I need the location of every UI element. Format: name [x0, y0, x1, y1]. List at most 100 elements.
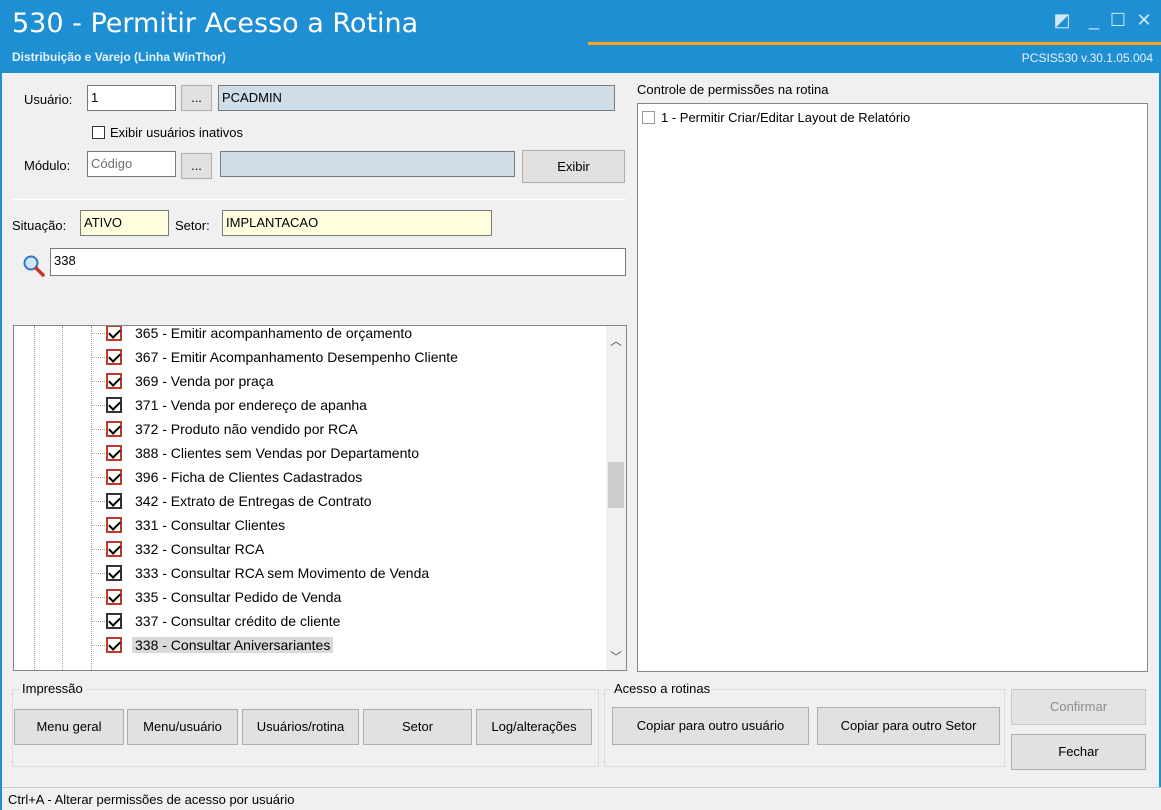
- tree-item-label: 367 - Emitir Acompanhamento Desempenho C…: [135, 349, 458, 365]
- tree-item-checkbox[interactable]: [106, 589, 122, 605]
- tree-item-label: 337 - Consultar crédito de cliente: [135, 613, 341, 629]
- tree-item-checkbox[interactable]: [106, 421, 122, 437]
- situacao-label: Situação:: [12, 218, 67, 233]
- inativos-checkbox[interactable]: [92, 126, 105, 139]
- tree-connector: [91, 357, 105, 358]
- tree-scrollbar[interactable]: ︿ ﹀: [606, 326, 626, 670]
- permissions-title: Controle de permissões na rotina: [637, 82, 829, 97]
- separator: [12, 199, 626, 200]
- tree-item[interactable]: 372 - Produto não vendido por RCA: [14, 418, 604, 442]
- fechar-button[interactable]: Fechar: [1011, 734, 1146, 770]
- confirmar-button[interactable]: Confirmar: [1011, 689, 1146, 725]
- tree-item-label: 335 - Consultar Pedido de Venda: [135, 589, 342, 605]
- tree-item-label: 369 - Venda por praça: [135, 373, 274, 389]
- tree-item-checkbox[interactable]: [106, 469, 122, 485]
- restore-layout-icon[interactable]: ◩: [1052, 10, 1072, 30]
- scroll-down-icon[interactable]: ﹀: [606, 648, 626, 665]
- window-subtitle: Distribuição e Varejo (Linha WinThor): [12, 50, 226, 64]
- tree-item[interactable]: 342 - Extrato de Entregas de Contrato: [14, 490, 604, 514]
- tree-item-label: 372 - Produto não vendido por RCA: [135, 421, 358, 437]
- version-label: PCSIS530 v.30.1.05.004: [1021, 51, 1153, 65]
- tree-item-label: 331 - Consultar Clientes: [135, 517, 286, 533]
- routine-tree[interactable]: 365 - Emitir acompanhamento de orçamento…: [13, 325, 627, 671]
- status-bar: Ctrl+A - Alterar permissões de acesso po…: [0, 787, 1161, 810]
- tree-connector: [91, 501, 105, 502]
- tree-item[interactable]: 365 - Emitir acompanhamento de orçamento: [14, 325, 604, 346]
- tree-item[interactable]: 335 - Consultar Pedido de Venda: [14, 586, 604, 610]
- setor-field: IMPLANTACAO: [222, 210, 492, 236]
- tree-item-checkbox[interactable]: [106, 397, 122, 413]
- exibir-button[interactable]: Exibir: [522, 150, 625, 183]
- permission-item[interactable]: 1 - Permitir Criar/Editar Layout de Rela…: [642, 110, 910, 125]
- menu-usuario-button[interactable]: Menu/usuário: [127, 709, 238, 745]
- tree-item-checkbox[interactable]: [106, 637, 122, 653]
- tree-item-label: 333 - Consultar RCA sem Movimento de Ven…: [135, 565, 430, 581]
- tree-item[interactable]: 331 - Consultar Clientes: [14, 514, 604, 538]
- tree-connector: [91, 429, 105, 430]
- tree-item-checkbox[interactable]: [106, 517, 122, 533]
- modulo-name-field: [220, 151, 515, 177]
- tree-item-checkbox[interactable]: [106, 349, 122, 365]
- tree-item-checkbox[interactable]: [106, 445, 122, 461]
- window-title: 530 - Permitir Acesso a Rotina: [12, 8, 419, 39]
- setor-button[interactable]: Setor: [363, 709, 472, 745]
- tree-item[interactable]: 333 - Consultar RCA sem Movimento de Ven…: [14, 562, 604, 586]
- tree-item-label: 338 - Consultar Aniversariantes: [132, 637, 334, 653]
- tree-connector: [91, 645, 105, 646]
- accent-line: [588, 42, 1161, 45]
- log-alteracoes-button[interactable]: Log/alterações: [476, 709, 592, 745]
- tree-item-checkbox[interactable]: [106, 373, 122, 389]
- menu-geral-button[interactable]: Menu geral: [14, 709, 124, 745]
- tree-item[interactable]: 337 - Consultar crédito de cliente: [14, 610, 604, 634]
- tree-item-checkbox[interactable]: [106, 493, 122, 509]
- acesso-title: Acesso a rotinas: [611, 681, 714, 696]
- tree-connector: [91, 573, 105, 574]
- tree-item[interactable]: 396 - Ficha de Clientes Cadastrados: [14, 466, 604, 490]
- modulo-lookup-button[interactable]: ...: [181, 153, 212, 179]
- tree-item[interactable]: 338 - Consultar Aniversariantes: [14, 634, 604, 658]
- scroll-thumb[interactable]: [608, 462, 624, 508]
- usuario-code-field[interactable]: 1: [87, 85, 176, 111]
- tree-item-checkbox[interactable]: [106, 565, 122, 581]
- close-icon[interactable]: ✕: [1134, 10, 1154, 30]
- usuario-label: Usuário:: [24, 92, 73, 107]
- tree-item[interactable]: 388 - Clientes sem Vendas por Departamen…: [14, 442, 604, 466]
- tree-connector: [91, 477, 105, 478]
- tree-item[interactable]: 367 - Emitir Acompanhamento Desempenho C…: [14, 346, 604, 370]
- tree-item[interactable]: 369 - Venda por praça: [14, 370, 604, 394]
- usuarios-rotina-button[interactable]: Usuários/rotina: [242, 709, 359, 745]
- tree-item-checkbox[interactable]: [106, 326, 122, 341]
- tree-item-label: 388 - Clientes sem Vendas por Departamen…: [135, 445, 420, 461]
- tree-item-checkbox[interactable]: [106, 613, 122, 629]
- search-input[interactable]: 338: [50, 248, 626, 276]
- tree-connector: [91, 525, 105, 526]
- modulo-code-field[interactable]: Código: [87, 151, 176, 177]
- inativos-label: Exibir usuários inativos: [110, 125, 243, 140]
- tree-item-label: 371 - Venda por endereço de apanha: [135, 397, 367, 413]
- tree-connector: [91, 405, 105, 406]
- modulo-label: Módulo:: [24, 158, 71, 173]
- usuario-name-field: PCADMIN: [218, 85, 615, 111]
- impressao-title: Impressão: [19, 681, 86, 696]
- tree-item-checkbox[interactable]: [106, 541, 122, 557]
- copiar-setor-button[interactable]: Copiar para outro Setor: [817, 707, 1000, 745]
- search-icon: [22, 254, 46, 278]
- tree-item-label: 365 - Emitir acompanhamento de orçamento: [135, 325, 413, 341]
- scroll-up-icon[interactable]: ︿: [606, 332, 626, 349]
- main-area: Usuário: 1 ... PCADMIN Exibir usuários i…: [0, 73, 1161, 787]
- usuario-lookup-button[interactable]: ...: [181, 85, 212, 111]
- tree-item[interactable]: 332 - Consultar RCA: [14, 538, 604, 562]
- minimize-icon[interactable]: _: [1084, 10, 1104, 30]
- tree-item[interactable]: 371 - Venda por endereço de apanha: [14, 394, 604, 418]
- maximize-icon[interactable]: ☐: [1108, 10, 1128, 30]
- tree-connector: [91, 381, 105, 382]
- permission-checkbox[interactable]: [642, 111, 655, 124]
- permission-label: 1 - Permitir Criar/Editar Layout de Rela…: [661, 110, 911, 125]
- tree-item-label: 342 - Extrato de Entregas de Contrato: [135, 493, 372, 509]
- tree-connector: [91, 549, 105, 550]
- copiar-usuario-button[interactable]: Copiar para outro usuário: [612, 707, 809, 745]
- permissions-list: 1 - Permitir Criar/Editar Layout de Rela…: [637, 103, 1148, 672]
- setor-label: Setor:: [175, 218, 210, 233]
- situacao-field: ATIVO: [80, 210, 169, 236]
- tree-connector: [91, 333, 105, 334]
